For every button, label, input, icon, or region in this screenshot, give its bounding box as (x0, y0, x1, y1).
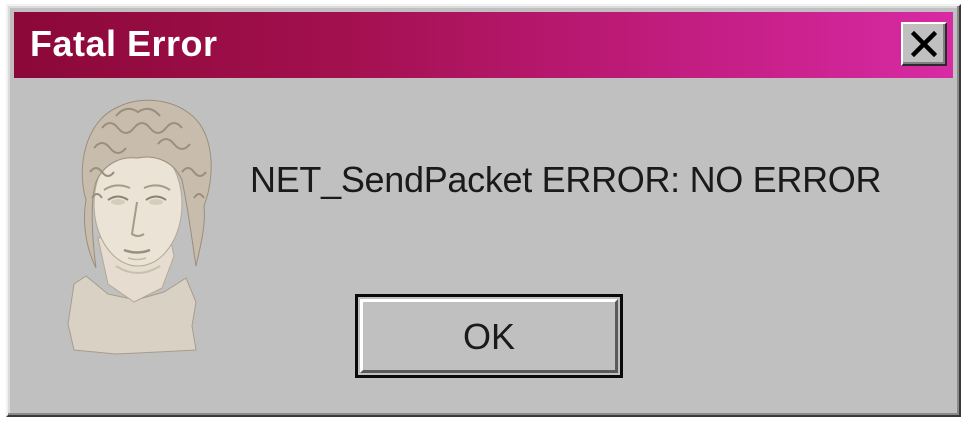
title-bar[interactable]: Fatal Error (14, 12, 953, 78)
error-dialog-window: Fatal Error NET_SendPacket ERROR: NO ERR… (6, 4, 961, 417)
classical-bust-icon (67, 99, 212, 355)
ok-button[interactable]: OK (355, 294, 623, 378)
dialog-title: Fatal Error (30, 23, 218, 64)
ok-button-label: OK (462, 316, 515, 357)
close-x-icon (911, 31, 937, 57)
close-button[interactable] (901, 22, 947, 66)
error-message: NET_SendPacket ERROR: NO ERROR (250, 159, 882, 200)
